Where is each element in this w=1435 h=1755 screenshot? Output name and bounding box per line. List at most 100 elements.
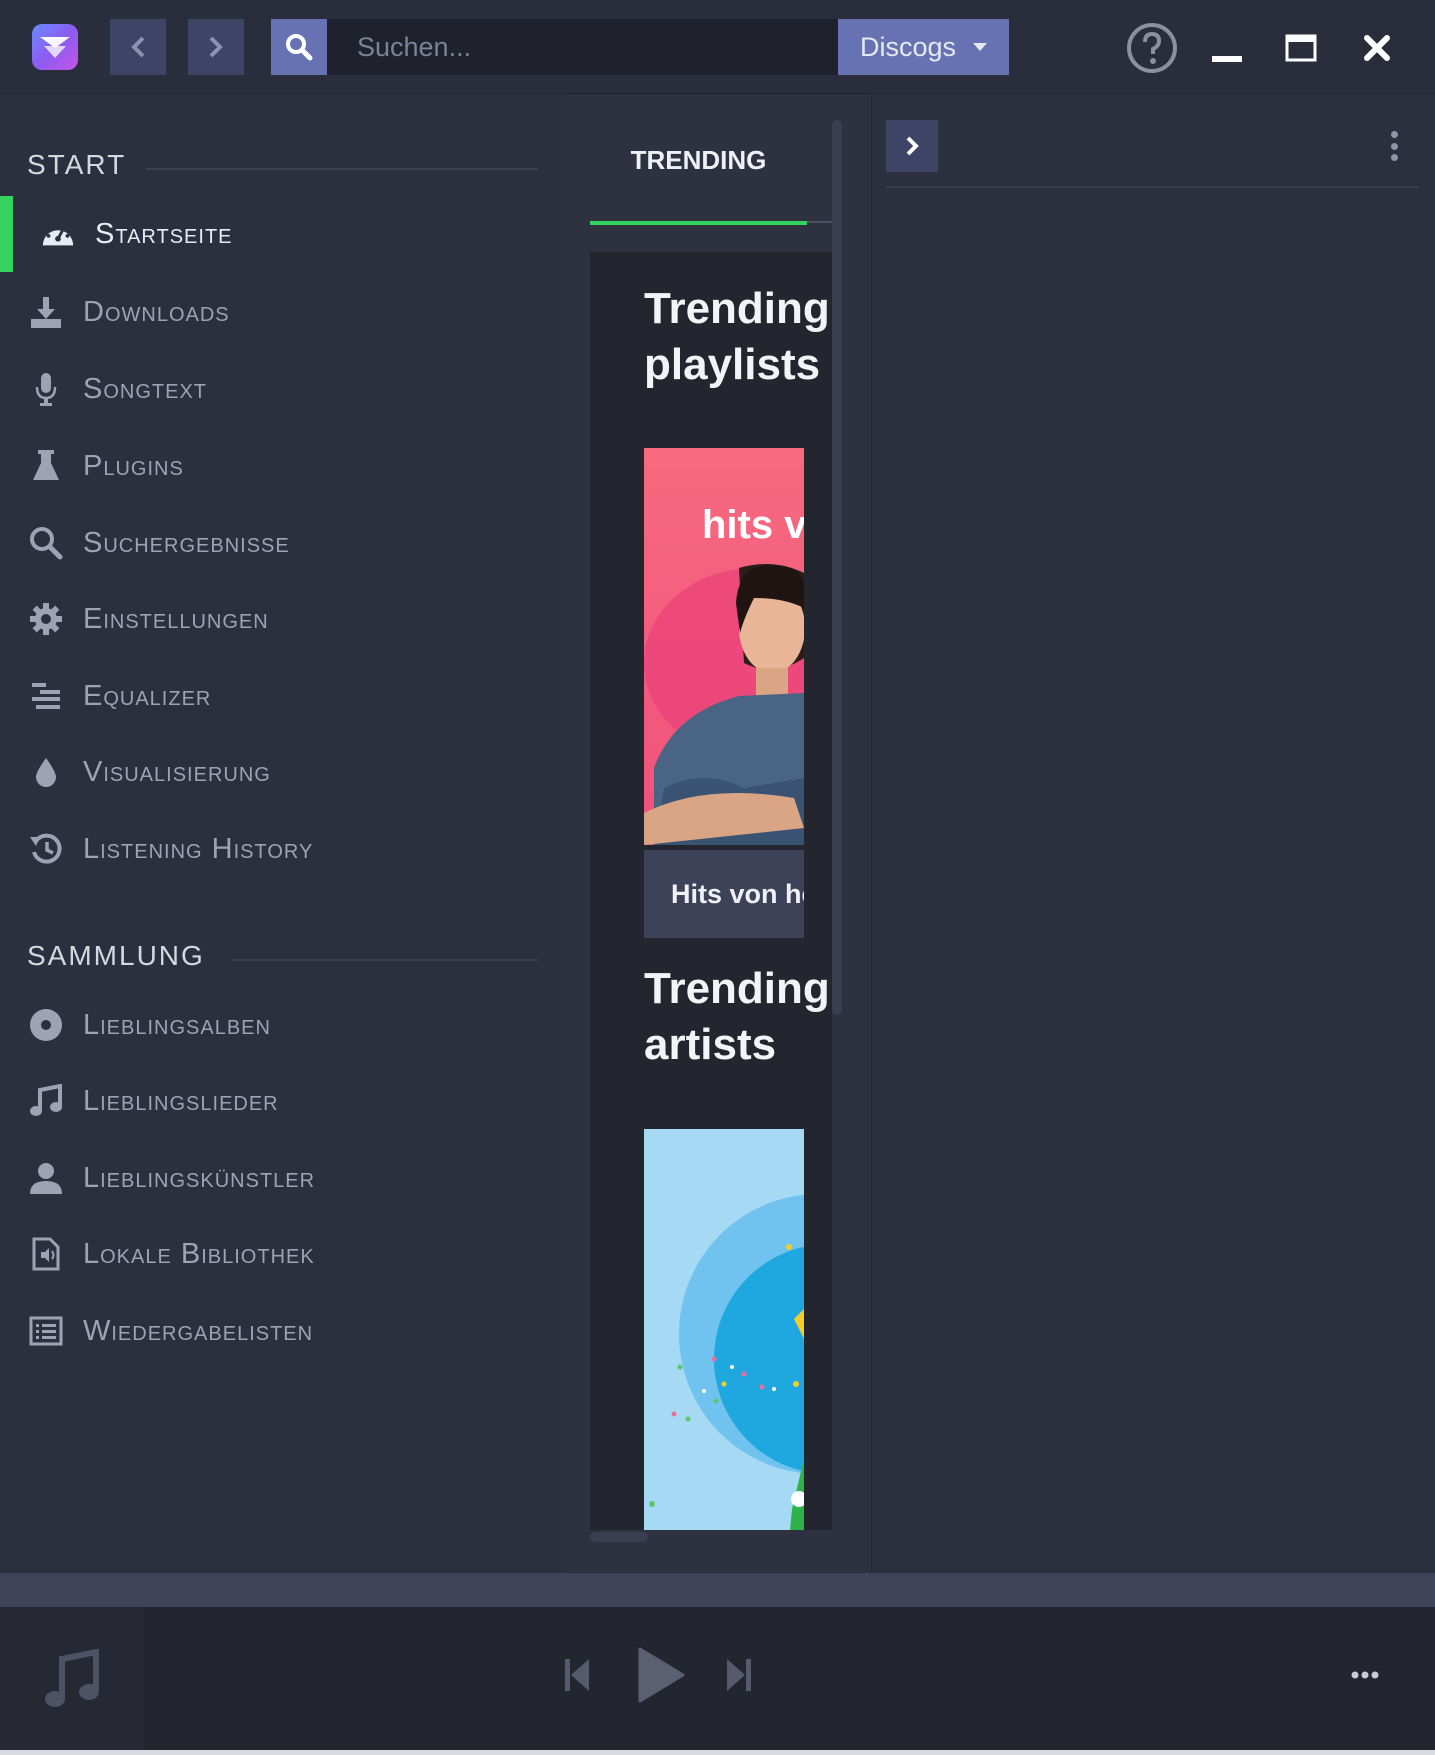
sidebar-item-lieblingskuenstler[interactable]: Lieblingskünstler — [0, 1143, 566, 1213]
play-button[interactable] — [636, 1645, 686, 1705]
sidebar-item-listening-history[interactable]: Listening History — [0, 814, 566, 884]
artist-card[interactable] — [644, 1129, 804, 1530]
cover-text: hits v — [702, 503, 804, 547]
search-provider-dropdown[interactable]: Discogs — [838, 19, 1009, 75]
drop-icon — [28, 754, 64, 790]
section-heading-start: START — [27, 149, 127, 180]
sidebar-item-label: Lieblingskünstler — [83, 1161, 316, 1194]
dashboard-panel: TRENDING Trending playlists hits v Hits … — [566, 95, 871, 1573]
sidebar-item-downloads[interactable]: Downloads — [0, 277, 566, 347]
search-input[interactable] — [327, 19, 838, 75]
microphone-icon — [28, 371, 64, 407]
maximize-button[interactable] — [1273, 20, 1329, 76]
sidebar-item-label: Downloads — [83, 295, 230, 328]
tab-active-indicator — [590, 221, 807, 225]
chevron-left-icon — [131, 36, 145, 58]
equalizer-icon — [28, 678, 64, 714]
skip-back-icon — [565, 1659, 589, 1691]
back-button[interactable] — [110, 19, 166, 75]
close-icon — [1364, 35, 1390, 61]
sidebar-item-label: Lieblingslieder — [83, 1084, 279, 1117]
sidebar-item-einstellungen[interactable]: Einstellungen — [0, 584, 566, 654]
sidebar-item-label: Startseite — [95, 217, 233, 250]
top-bar: Discogs — [0, 0, 1435, 94]
file-audio-icon — [28, 1236, 64, 1272]
right-panel — [871, 95, 1435, 1573]
skip-forward-icon — [727, 1659, 751, 1691]
right-panel-divider — [886, 186, 1419, 188]
disc-icon — [28, 1007, 64, 1043]
player-options-button[interactable] — [1350, 1645, 1380, 1705]
dashboard-icon — [40, 216, 76, 252]
music-note-icon — [44, 1648, 99, 1707]
horizontal-scrollbar-thumb[interactable] — [590, 1532, 648, 1542]
tab-trending[interactable]: TRENDING — [590, 125, 807, 195]
sidebar-item-visualisierung[interactable]: Visualisierung — [0, 737, 566, 807]
album-art-placeholder — [0, 1607, 143, 1750]
app-window: Discogs START Startseite — [0, 0, 1435, 1755]
sidebar-item-lieblingsalben[interactable]: Lieblingsalben — [0, 990, 566, 1060]
sidebar-item-label: Wiedergabelisten — [83, 1314, 314, 1347]
active-indicator — [0, 196, 13, 272]
search-icon — [286, 34, 313, 61]
sidebar-item-label: Plugins — [83, 449, 184, 482]
gear-icon — [28, 601, 64, 637]
sidebar-item-label: Equalizer — [83, 679, 212, 712]
sidebar-item-label: Einstellungen — [83, 602, 269, 635]
sidebar-item-suchergebnisse[interactable]: Suchergebnisse — [0, 508, 566, 578]
sidebar-item-lokale-bibliothek[interactable]: Lokale Bibliothek — [0, 1219, 566, 1289]
history-icon — [28, 831, 64, 867]
caret-down-icon — [973, 43, 987, 51]
sidebar-item-label: Lieblingsalben — [83, 1008, 271, 1041]
sidebar-item-startseite[interactable]: Startseite — [0, 196, 566, 272]
trending-artists-title: Trending artists — [644, 964, 830, 1069]
minimize-button[interactable] — [1199, 20, 1255, 76]
vertical-scrollbar-thumb[interactable] — [832, 120, 842, 1015]
more-horizontal-icon — [1351, 1671, 1379, 1679]
list-icon — [28, 1313, 64, 1349]
sidebar-item-lieblingslieder[interactable]: Lieblingslieder — [0, 1066, 566, 1136]
section-divider — [232, 959, 538, 961]
play-icon — [638, 1647, 685, 1703]
search-button[interactable] — [271, 19, 327, 75]
sidebar-item-label: Visualisierung — [83, 755, 271, 788]
playlist-card-caption: Hits von he — [644, 850, 804, 938]
sidebar-item-label: Lokale Bibliothek — [83, 1237, 315, 1270]
seek-bar[interactable] — [0, 1573, 1435, 1607]
search-icon — [28, 525, 64, 561]
sidebar-item-plugins[interactable]: Plugins — [0, 431, 566, 501]
playlist-cover-image: hits v — [644, 448, 804, 845]
minimize-icon — [1212, 56, 1242, 62]
search-provider-label: Discogs — [860, 31, 957, 62]
close-button[interactable] — [1349, 20, 1405, 76]
artist-cover-image — [644, 1129, 804, 1530]
forward-button[interactable] — [188, 19, 244, 75]
sidebar-item-label: Suchergebnisse — [83, 526, 290, 559]
sidebar-item-wiedergabelisten[interactable]: Wiedergabelisten — [0, 1296, 566, 1366]
sidebar-item-songtext[interactable]: Songtext — [0, 354, 566, 424]
previous-track-button[interactable] — [562, 1645, 592, 1705]
user-icon — [28, 1160, 64, 1196]
download-icon — [28, 294, 64, 330]
flask-icon — [28, 448, 64, 484]
sidebar-item-equalizer[interactable]: Equalizer — [0, 661, 566, 731]
app-logo-icon — [32, 24, 78, 70]
chevron-right-icon — [906, 136, 919, 156]
more-options-icon[interactable] — [1388, 131, 1400, 161]
expand-panel-button[interactable] — [886, 120, 938, 172]
maximize-icon — [1285, 34, 1317, 62]
sidebar: START Startseite Downloads Songtext Plug… — [0, 95, 566, 1573]
sidebar-item-label: Songtext — [83, 372, 208, 405]
window-bottom-edge — [0, 1750, 1435, 1755]
trending-content: Trending playlists hits v Hits von he Tr… — [590, 252, 832, 1530]
playlist-card[interactable]: hits v Hits von he — [644, 448, 804, 938]
section-heading-sammlung: SAMMLUNG — [27, 940, 205, 971]
tab-track — [807, 221, 832, 223]
next-track-button[interactable] — [724, 1645, 754, 1705]
music-note-icon — [28, 1083, 64, 1119]
chevron-right-icon — [209, 36, 223, 58]
section-divider — [146, 168, 538, 170]
help-icon — [1127, 23, 1177, 73]
trending-playlists-title: Trending playlists — [644, 284, 830, 389]
help-button[interactable] — [1124, 20, 1180, 76]
